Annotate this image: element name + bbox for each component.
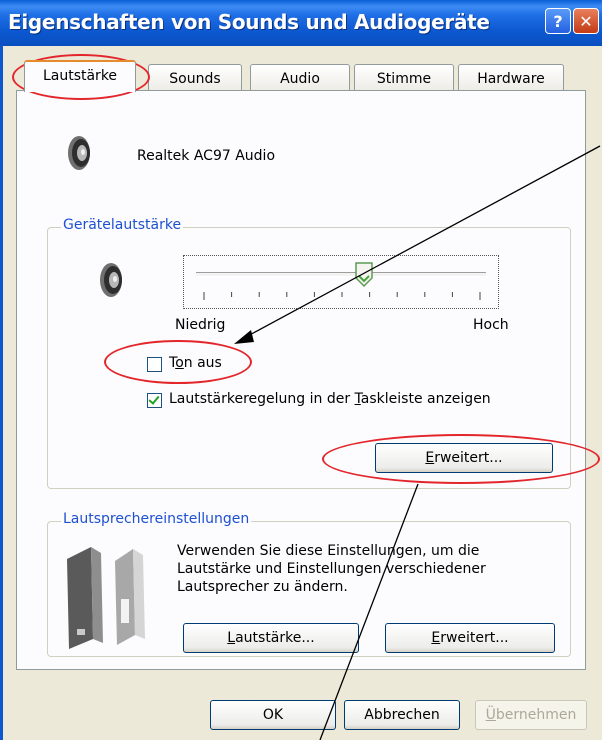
speaker-advanced-button[interactable]: Erweitert...: [385, 623, 555, 653]
close-button[interactable]: ✕: [573, 8, 599, 34]
ok-button[interactable]: OK: [210, 700, 336, 730]
cancel-button[interactable]: Abbrechen: [344, 700, 460, 730]
taskbar-label[interactable]: Lautstärkeregelung in der Taskleiste anz…: [169, 391, 491, 407]
help-icon: ?: [553, 12, 563, 31]
tab-hardware[interactable]: Hardware: [458, 64, 564, 92]
title-bar[interactable]: Eigenschaften von Sounds und Audiogeräte…: [0, 0, 602, 46]
speaker-settings-label: Lautsprechereinstellungen: [61, 511, 252, 527]
speaker-icon: [68, 136, 90, 170]
annotation-circle-advanced: [322, 434, 600, 484]
apply-button[interactable]: Übernehmen: [475, 700, 587, 730]
slider-thumb[interactable]: [355, 262, 373, 288]
dialog-window: Eigenschaften von Sounds und Audiogeräte…: [0, 0, 602, 740]
volume-low-label: Niedrig: [175, 317, 226, 333]
device-volume-label: Gerätelautstärke: [61, 217, 184, 233]
taskbar-checkbox[interactable]: [147, 393, 162, 408]
speaker-desc-line-3: Lautsprecher zu ändern.: [177, 579, 348, 595]
volume-high-label: Hoch: [473, 317, 509, 333]
slider-track: [196, 272, 486, 277]
speaker-volume-button[interactable]: Lautstärke...: [183, 623, 359, 653]
tab-panel: Realtek AC97 Audio Gerätelautstärke Nied…: [16, 90, 586, 670]
speaker-desc-line-1: Verwenden Sie diese Einstellungen, um di…: [177, 543, 480, 559]
annotation-circle-mute: [104, 340, 252, 384]
window-title: Eigenschaften von Sounds und Audiogeräte: [8, 10, 490, 34]
speakers-icon: [67, 547, 145, 649]
tab-audio[interactable]: Audio: [250, 64, 350, 92]
tab-stimme[interactable]: Stimme: [354, 64, 454, 92]
close-icon: ✕: [579, 12, 593, 31]
volume-slider[interactable]: [183, 255, 499, 309]
speaker-desc-line-2: Lautstärke und Einstellungen verschieden…: [177, 561, 486, 577]
tab-lautstaerke[interactable]: Lautstärke: [24, 60, 136, 92]
speaker-small-icon: [100, 263, 122, 297]
help-button[interactable]: ?: [545, 8, 571, 34]
device-name: Realtek AC97 Audio: [137, 148, 276, 164]
tab-sounds[interactable]: Sounds: [148, 64, 242, 92]
slider-ticks: [203, 292, 481, 300]
